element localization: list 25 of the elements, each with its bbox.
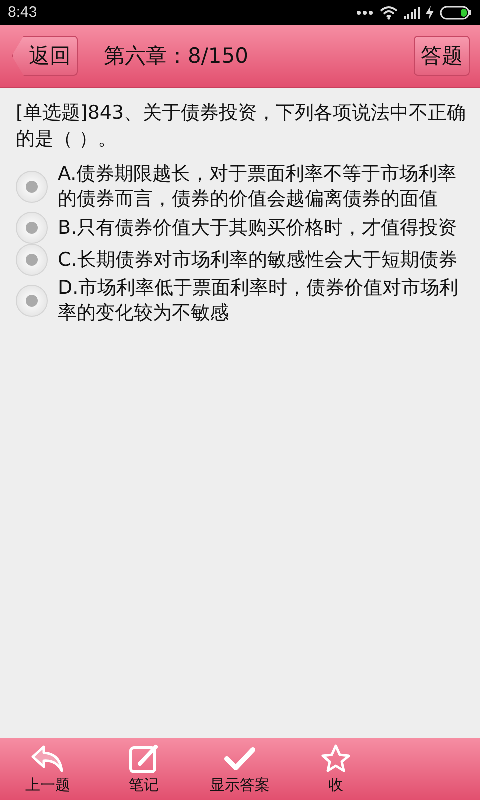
question-text: [单选题]843、关于债券投资，下列各项说法中不正确的是（ ）。 [16, 101, 468, 152]
back-button[interactable]: 返回 [12, 36, 78, 76]
favorite-button[interactable]: 收 [288, 738, 384, 800]
edit-icon [128, 744, 160, 774]
option-text[interactable]: D.市场利率低于票面利率时，债券价值对市场利率的变化较为不敏感 [58, 276, 462, 326]
option-text[interactable]: A.债券期限越长，对于票面利率不等于市场利率的债券而言，债券的价值会越偏离债券的面值 [58, 162, 462, 212]
reply-arrow-icon [30, 744, 66, 774]
option-text[interactable]: C.长期债券对市场利率的敏感性会大于短期债券 [58, 248, 462, 272]
radio-button[interactable] [16, 212, 48, 244]
radio-button[interactable] [16, 171, 48, 203]
radio-button[interactable] [16, 285, 48, 317]
note-button[interactable]: 笔记 [96, 738, 192, 800]
previous-button[interactable]: 上一题 [0, 738, 96, 800]
answer-button[interactable]: 答题 [414, 36, 470, 76]
status-time: 8:43 [8, 4, 38, 21]
battery-icon [440, 6, 472, 20]
wifi-icon [380, 6, 398, 20]
answer-button[interactable]: 显示答案 [192, 738, 288, 800]
charging-icon [426, 6, 434, 20]
star-icon [321, 744, 351, 774]
option-text[interactable]: B.只有债券价值大于其购买价格时，才值得投资 [58, 216, 462, 240]
chapter-title: 第六章：8/150 [104, 43, 250, 70]
more-icon [356, 10, 374, 16]
radio-button[interactable] [16, 244, 48, 276]
signal-icon [404, 6, 420, 18]
